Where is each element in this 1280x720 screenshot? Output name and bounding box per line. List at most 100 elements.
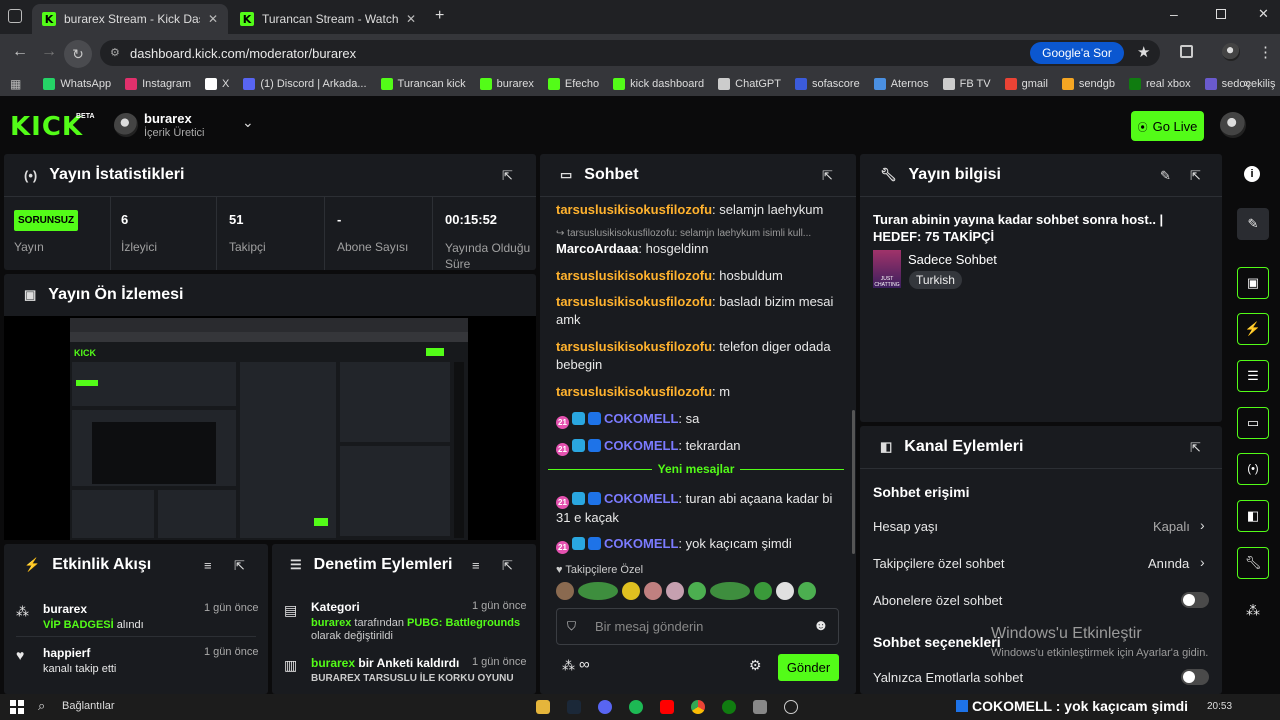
bookmark-3[interactable]: (1) Discord | Arkada... bbox=[243, 78, 367, 90]
bookmark-11[interactable]: FB TV bbox=[942, 78, 991, 90]
discord-icon[interactable] bbox=[598, 700, 612, 714]
preview-player[interactable]: KICK bbox=[4, 316, 536, 540]
close-tab-icon[interactable]: ✕ bbox=[406, 12, 416, 26]
bookmark-8[interactable]: ChatGPT bbox=[718, 78, 781, 90]
extensions-icon[interactable] bbox=[1180, 45, 1193, 58]
close-window-icon[interactable]: ✕ bbox=[1258, 6, 1269, 22]
filter-icon[interactable]: ≡ bbox=[472, 558, 480, 573]
back-icon[interactable]: ← bbox=[12, 43, 28, 61]
minimize-icon[interactable]: – bbox=[1170, 6, 1178, 22]
chevron-down-icon[interactable]: ⌄ bbox=[242, 114, 254, 131]
tab-search-icon[interactable] bbox=[8, 9, 22, 23]
chat-message[interactable]: tarsuslusikisokusfilozofu: telefon diger… bbox=[556, 338, 838, 374]
close-tab-icon[interactable]: ✕ bbox=[208, 12, 218, 26]
emote-icon[interactable] bbox=[776, 582, 794, 600]
emote-icon[interactable] bbox=[754, 582, 772, 600]
chat-message[interactable]: 21 COKOMELL: sa bbox=[556, 410, 838, 429]
kick-logo[interactable]: KICK bbox=[10, 112, 83, 142]
chevron-right-icon[interactable]: › bbox=[1200, 554, 1205, 570]
browser-tab-active[interactable]: K burarex Stream - Kick Dashboard ✕ bbox=[32, 4, 228, 34]
popout-icon[interactable]: ⇱ bbox=[822, 168, 833, 184]
emoji-icon[interactable]: ☻ bbox=[813, 617, 829, 634]
badge-icon[interactable]: ⁂ bbox=[1246, 602, 1260, 619]
chat-message[interactable]: tarsuslusikisokusfilozofu: m bbox=[556, 383, 838, 401]
popout-icon[interactable]: ⇱ bbox=[1190, 440, 1201, 456]
chat-username[interactable]: tarsuslusikisokusfilozofu bbox=[556, 339, 712, 354]
chat-message[interactable]: tarsuslusikisokusfilozofu: selamjn laehy… bbox=[556, 201, 838, 219]
account-age-value[interactable]: Kapalı bbox=[1153, 519, 1190, 534]
windows-start-icon[interactable] bbox=[10, 700, 24, 714]
screenshot-icon[interactable] bbox=[753, 700, 767, 714]
emote-icon[interactable] bbox=[622, 582, 640, 600]
more-bookmarks-icon[interactable]: » bbox=[1244, 75, 1251, 90]
bookmark-1[interactable]: Instagram bbox=[125, 78, 191, 90]
browser-tab[interactable]: K Turancan Stream - Watch Live on Kick ✕ bbox=[230, 4, 426, 34]
emote-icon[interactable] bbox=[688, 582, 706, 600]
menu-kebab-icon[interactable]: ⋮ bbox=[1258, 43, 1273, 61]
bookmark-7[interactable]: kick dashboard bbox=[613, 78, 704, 90]
infinity-icon[interactable]: ∞ bbox=[579, 656, 590, 673]
subs-chat-toggle[interactable] bbox=[1181, 592, 1209, 608]
maximize-icon[interactable] bbox=[1216, 9, 1226, 19]
chat-message[interactable]: 21 COKOMELL: yok kaçıcam şimdi bbox=[556, 535, 838, 554]
clock-app-icon[interactable] bbox=[784, 700, 798, 714]
emote-icon[interactable] bbox=[798, 582, 816, 600]
reload-icon[interactable]: ↻ bbox=[64, 40, 92, 68]
bookmark-9[interactable]: sofascore bbox=[795, 78, 860, 90]
chat-message[interactable]: 21 COKOMELL: turan abi açaana kadar bi 31… bbox=[556, 490, 838, 527]
filter-icon[interactable]: ≡ bbox=[204, 558, 212, 573]
popout-icon[interactable]: ⇱ bbox=[1190, 168, 1201, 184]
list-icon[interactable]: ☰ bbox=[1237, 360, 1269, 392]
url-input[interactable]: ⚙ dashboard.kick.com/moderator/burarex bbox=[100, 40, 1160, 66]
apps-grid-icon[interactable]: ▦ bbox=[10, 77, 21, 91]
chat-username[interactable]: COKOMELL bbox=[604, 438, 678, 453]
file-explorer-icon[interactable] bbox=[536, 700, 550, 714]
chat-input[interactable]: ⛉ Bir mesaj gönderin ☻ bbox=[556, 608, 839, 645]
emote-icon[interactable] bbox=[710, 582, 750, 600]
bookmark-star-icon[interactable]: ★ bbox=[1137, 43, 1150, 61]
emote-only-toggle[interactable] bbox=[1181, 669, 1209, 685]
bookmark-0[interactable]: WhatsApp bbox=[43, 78, 111, 90]
spotify-icon[interactable] bbox=[629, 700, 643, 714]
bookmark-12[interactable]: gmail bbox=[1004, 78, 1048, 90]
channel-actions-icon[interactable]: ◧ bbox=[1237, 500, 1269, 532]
steam-icon[interactable] bbox=[567, 700, 581, 714]
video-panel-icon[interactable]: ▣ bbox=[1237, 267, 1269, 299]
bookmark-13[interactable]: sendgb bbox=[1061, 78, 1115, 90]
chat-panel-icon[interactable]: ▭ bbox=[1237, 407, 1269, 439]
broadcast-icon[interactable]: (•) bbox=[1237, 453, 1269, 485]
followers-chat-value[interactable]: Anında bbox=[1148, 556, 1189, 571]
chat-message[interactable]: tarsuslusikisokusfilozofu: hosbuldum bbox=[556, 267, 838, 285]
lightning-icon[interactable]: ⚡ bbox=[1237, 313, 1269, 345]
wrench-icon[interactable]: 🔧︎ bbox=[1237, 547, 1269, 579]
profile-avatar[interactable] bbox=[1222, 43, 1240, 61]
emote-icon[interactable] bbox=[644, 582, 662, 600]
emote-icon[interactable] bbox=[556, 582, 574, 600]
settings-gear-icon[interactable]: ⚙ bbox=[749, 657, 762, 674]
bookmark-14[interactable]: real xbox bbox=[1129, 78, 1191, 90]
bookmark-4[interactable]: Turancan kick bbox=[380, 78, 466, 90]
site-info-icon[interactable]: ⚙ bbox=[110, 46, 120, 59]
bookmark-2[interactable]: X bbox=[205, 78, 229, 90]
bookmark-10[interactable]: Aternos bbox=[873, 78, 929, 90]
chat-username[interactable]: tarsuslusikisokusfilozofu bbox=[556, 268, 712, 283]
search-icon[interactable]: ⌕ bbox=[38, 698, 45, 714]
badge-icon[interactable]: ⁂ bbox=[562, 658, 575, 674]
chat-username[interactable]: tarsuslusikisokusfilozofu bbox=[556, 294, 712, 309]
bookmark-15[interactable]: sedoçekiliş bbox=[1204, 78, 1275, 90]
chat-message[interactable]: MarcoArdaaa: hosgeldinn bbox=[556, 240, 838, 258]
chat-username[interactable]: COKOMELL bbox=[604, 536, 678, 551]
chat-username[interactable]: MarcoArdaaa bbox=[556, 241, 638, 256]
new-tab-button[interactable]: + bbox=[435, 7, 444, 25]
chat-username[interactable]: COKOMELL bbox=[604, 411, 678, 426]
emote-icon[interactable] bbox=[666, 582, 684, 600]
user-avatar[interactable] bbox=[1220, 112, 1246, 138]
go-live-button[interactable]: ⦿ Go Live bbox=[1131, 111, 1204, 141]
popout-icon[interactable]: ⇱ bbox=[502, 168, 513, 184]
chat-username[interactable]: tarsuslusikisokusfilozofu bbox=[556, 384, 712, 399]
edit-icon[interactable]: ✎ bbox=[1237, 208, 1269, 240]
taskbar-search-label[interactable]: Bağlantılar bbox=[62, 700, 115, 712]
send-button[interactable]: Gönder bbox=[778, 654, 839, 681]
google-ask-button[interactable]: Google'a Sor bbox=[1030, 42, 1124, 64]
edit-icon[interactable]: ✎ bbox=[1160, 168, 1171, 184]
